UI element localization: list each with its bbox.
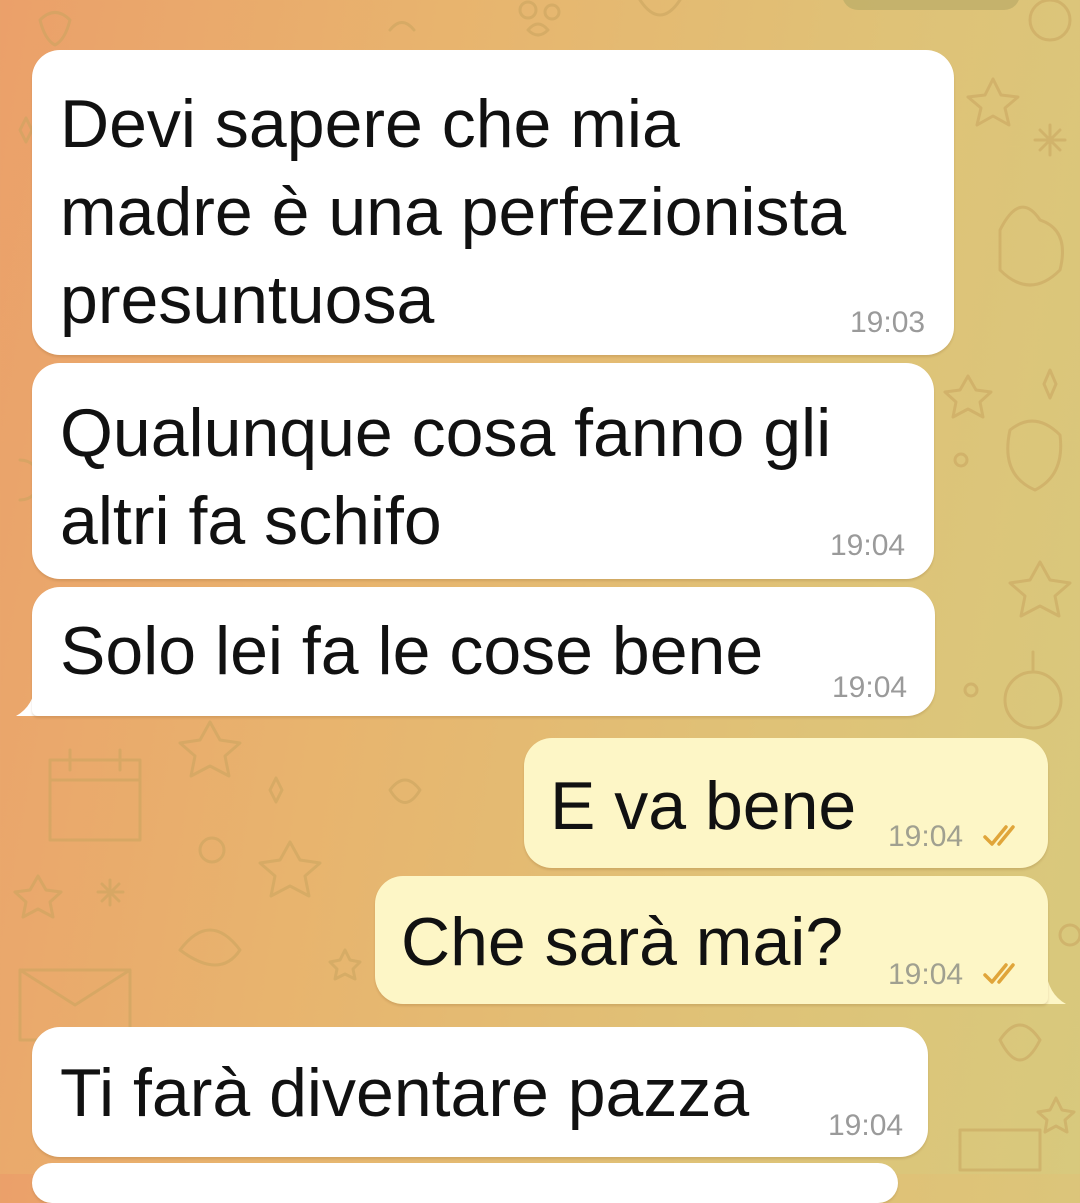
outgoing-message-bubble[interactable]: E va bene 19:04 [524,738,1048,868]
message-text-line: altri fa schifo [60,483,442,559]
message-timestamp: 19:04 [830,529,906,562]
message-text-line: Solo lei fa le cose bene [60,613,764,689]
message-text-line: Ti farà diventare pazza [60,1055,750,1131]
message-text-line: Che sarà mai? [401,904,844,980]
incoming-message-bubble[interactable]: Solo lei fa le cose bene 19:04 [32,587,935,716]
message-timestamp: 19:04 [888,820,964,853]
incoming-message-bubble[interactable]: Ti farà diventare pazza 19:04 [32,1027,928,1157]
message-text-line: E va bene [550,768,857,844]
incoming-message-bubble[interactable] [32,1163,898,1203]
message-timestamp: 19:04 [832,671,908,704]
read-double-check-icon [983,825,1015,846]
message-timestamp: 19:03 [850,306,926,339]
message-text-line: Qualunque cosa fanno gli [60,395,832,471]
message-timestamp: 19:04 [888,958,964,991]
read-double-check-icon [983,963,1015,984]
incoming-message-bubble[interactable]: Qualunque cosa fanno gli altri fa schifo… [32,363,934,579]
date-pill [842,0,1020,10]
message-text-line: presuntuosa [60,262,435,338]
incoming-message-bubble[interactable]: Devi sapere che mia madre è una perfezio… [32,50,954,355]
outgoing-message-bubble[interactable]: Che sarà mai? 19:04 [375,876,1048,1004]
message-text-line: Devi sapere che mia [60,86,680,162]
message-text-line: madre è una perfezionista [60,174,847,250]
message-timestamp: 19:04 [828,1109,904,1142]
